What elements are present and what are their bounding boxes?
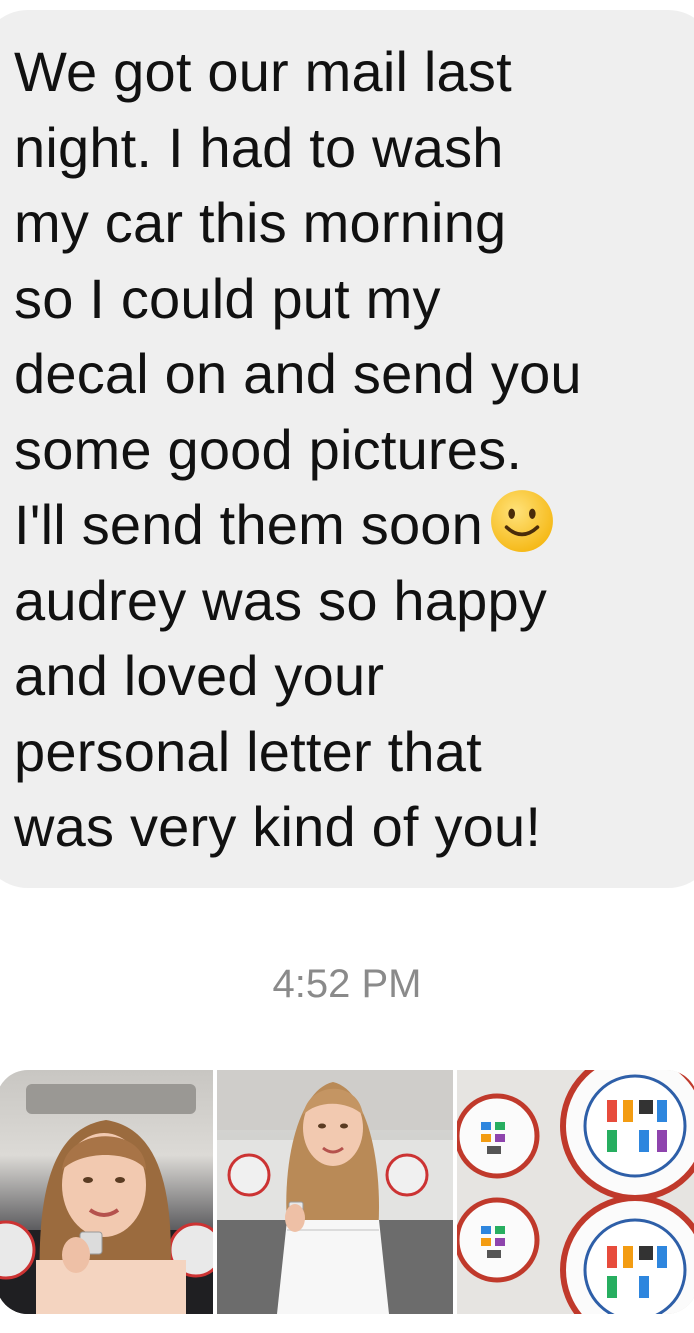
sticker-small-bottom [457, 1197, 540, 1283]
message-timestamp: 4:52 PM [272, 962, 422, 1006]
photo-girl-by-car-icon [216, 1070, 454, 1314]
message-line: audrey was so happy [14, 568, 548, 632]
photo-thumbnail[interactable] [457, 1070, 694, 1314]
message-line: was very kind of you! [14, 795, 542, 858]
message-line: some good pictures. [14, 417, 523, 481]
message-line: personal letter that [14, 719, 482, 783]
photo-attachments [0, 1070, 694, 1314]
smiley-emoji-icon [491, 490, 553, 552]
message-line: I'll send them soon [14, 493, 483, 556]
photo-girl-holding-decal-icon [0, 1084, 213, 1314]
photo-decal-stickers-icon [457, 1070, 694, 1314]
message-line: so I could put my [14, 266, 441, 330]
sticker-large-top [560, 1070, 694, 1201]
message-text: We got our mail last night. I had to was… [14, 34, 674, 865]
sticker-small-top [457, 1093, 540, 1179]
message-line: decal on and send you [14, 342, 582, 405]
photo-thumbnail[interactable] [216, 1070, 454, 1314]
message-line: and loved your [14, 644, 385, 707]
message-line-with-emoji: I'll send them soon [14, 487, 674, 563]
message-line: We got our mail last [14, 40, 512, 103]
photo-thumbnail[interactable] [0, 1070, 213, 1314]
message-line: my car this morning [14, 191, 507, 254]
message-line: night. I had to wash [14, 115, 504, 179]
